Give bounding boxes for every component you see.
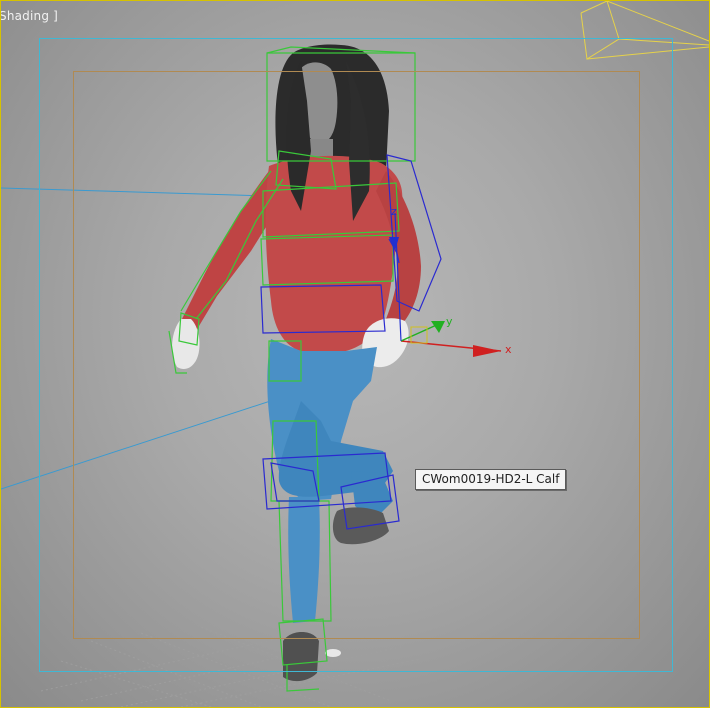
safe-frame-inner — [73, 71, 640, 639]
viewport-shading-label[interactable]: Shading ] — [1, 9, 58, 23]
object-name-tooltip: CWom0019-HD2-L Calf — [415, 469, 567, 490]
perspective-viewport[interactable]: x y z Shading ] CWom0019-HD2-L Calf — [0, 0, 710, 708]
